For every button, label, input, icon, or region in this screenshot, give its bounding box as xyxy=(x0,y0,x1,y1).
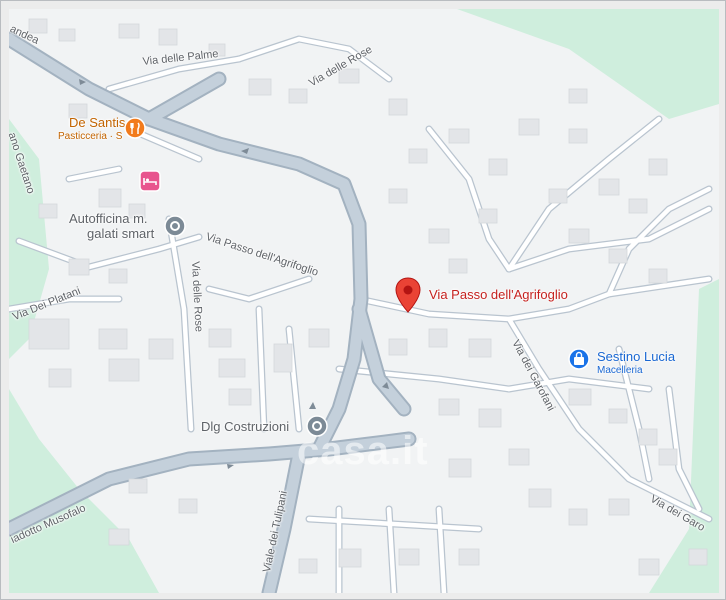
pin-label: Via Passo dell'Agrifoglio xyxy=(429,287,568,302)
map-frame: andea Via delle Palme Via delle Rose ano… xyxy=(0,0,726,600)
watermark-logo: casa.it xyxy=(297,429,429,473)
shopping-bag-icon[interactable] xyxy=(568,348,590,370)
poi-sestino-name[interactable]: Sestino Lucia xyxy=(597,349,675,364)
green-area-top-right xyxy=(457,9,719,119)
map-canvas[interactable]: andea Via delle Palme Via delle Rose ano… xyxy=(9,9,719,593)
location-pin-icon[interactable] xyxy=(395,277,421,313)
green-area-right xyxy=(649,279,719,593)
poi-autofficina-name2: galati smart xyxy=(87,226,155,241)
poi-sestino-category: Macelleria xyxy=(597,365,643,376)
restaurant-icon[interactable] xyxy=(124,117,146,139)
map-base-layer xyxy=(9,9,719,593)
hotel-icon[interactable] xyxy=(139,170,161,192)
poi-autofficina-name[interactable]: Autofficina m. xyxy=(69,211,148,226)
poi-de-santis-name[interactable]: De Santis xyxy=(69,115,125,130)
poi-de-santis-category: Pasticceria · S xyxy=(58,131,123,142)
generic-poi-icon[interactable] xyxy=(164,215,186,237)
poi-dlg-name[interactable]: Dlg Costruzioni xyxy=(201,419,289,434)
